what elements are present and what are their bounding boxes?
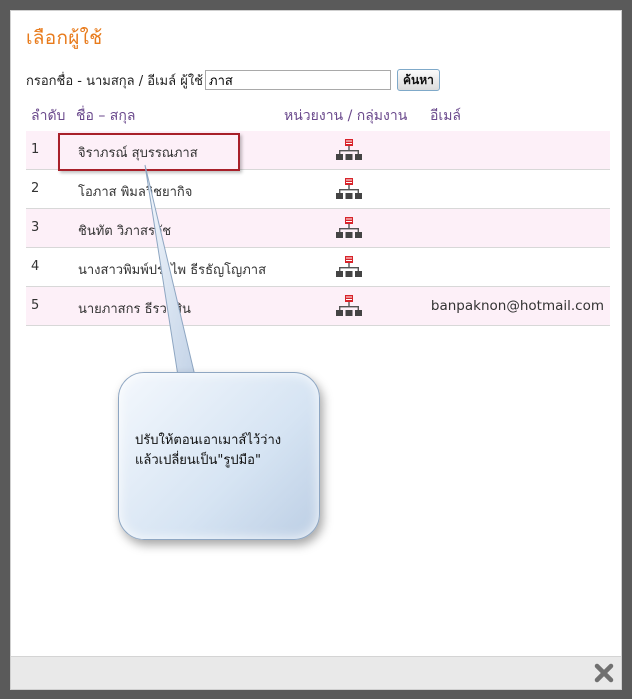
row-order: 2 (31, 181, 40, 196)
dialog-title: เลือกผู้ใช้ (26, 27, 103, 49)
table-row[interactable]: 2 โอภาส พิมลวิชยากิจ (26, 170, 610, 209)
search-input[interactable] (205, 70, 391, 90)
org-chart-icon[interactable] (335, 216, 363, 244)
dialog-footer (11, 656, 621, 689)
row-order: 1 (31, 142, 40, 157)
search-row: กรอกชื่อ - นามสกุล / อีเมล์ ผู้ใช้ ค้นหา (26, 68, 440, 92)
org-chart-icon[interactable] (335, 255, 363, 283)
user-picker-dialog: เลือกผู้ใช้ กรอกชื่อ - นามสกุล / อีเมล์ … (10, 10, 622, 690)
org-chart-icon[interactable] (335, 138, 363, 166)
row-name[interactable]: ชินทัต วิภาสรวัช (78, 220, 171, 241)
highlight-box (58, 133, 240, 171)
row-email: banpaknon@hotmail.com (430, 298, 604, 314)
search-button[interactable]: ค้นหา (397, 69, 440, 91)
close-icon[interactable] (593, 662, 615, 684)
header-org: หน่วยงาน / กลุ่มงาน (284, 108, 408, 124)
row-order: 3 (31, 220, 40, 235)
header-name: ชื่อ – สกุล (76, 108, 136, 124)
row-order: 4 (31, 259, 40, 274)
annotation-callout: ปรับให้ตอนเอาเมาส์ไว้ว่าง แล้วเปลี่ยนเป็… (118, 372, 320, 540)
table-row[interactable]: 5 นายภาสกร ธีรวาสิน banpaknon@hotmail.co… (26, 287, 610, 326)
row-name[interactable]: โอภาส พิมลวิชยากิจ (78, 181, 192, 202)
table-row[interactable]: 4 นางสาวพิมพ์ประไพ ธีรธัญโญภาส (26, 248, 610, 287)
table-row[interactable]: 3 ชินทัต วิภาสรวัช (26, 209, 610, 248)
org-chart-icon[interactable] (335, 294, 363, 322)
row-name[interactable]: นางสาวพิมพ์ประไพ ธีรธัญโญภาส (78, 259, 266, 280)
org-chart-icon[interactable] (335, 177, 363, 205)
header-email: อีเมล์ (430, 108, 462, 124)
search-label: กรอกชื่อ - นามสกุล / อีเมล์ ผู้ใช้ (26, 73, 203, 89)
row-order: 5 (31, 298, 40, 313)
header-order: ลำดับ (31, 108, 66, 124)
callout-text: ปรับให้ตอนเอาเมาส์ไว้ว่าง แล้วเปลี่ยนเป็… (135, 433, 282, 468)
row-name[interactable]: นายภาสกร ธีรวาสิน (78, 298, 191, 319)
table-header: ลำดับ ชื่อ – สกุล หน่วยงาน / กลุ่มงาน อี… (26, 103, 610, 133)
